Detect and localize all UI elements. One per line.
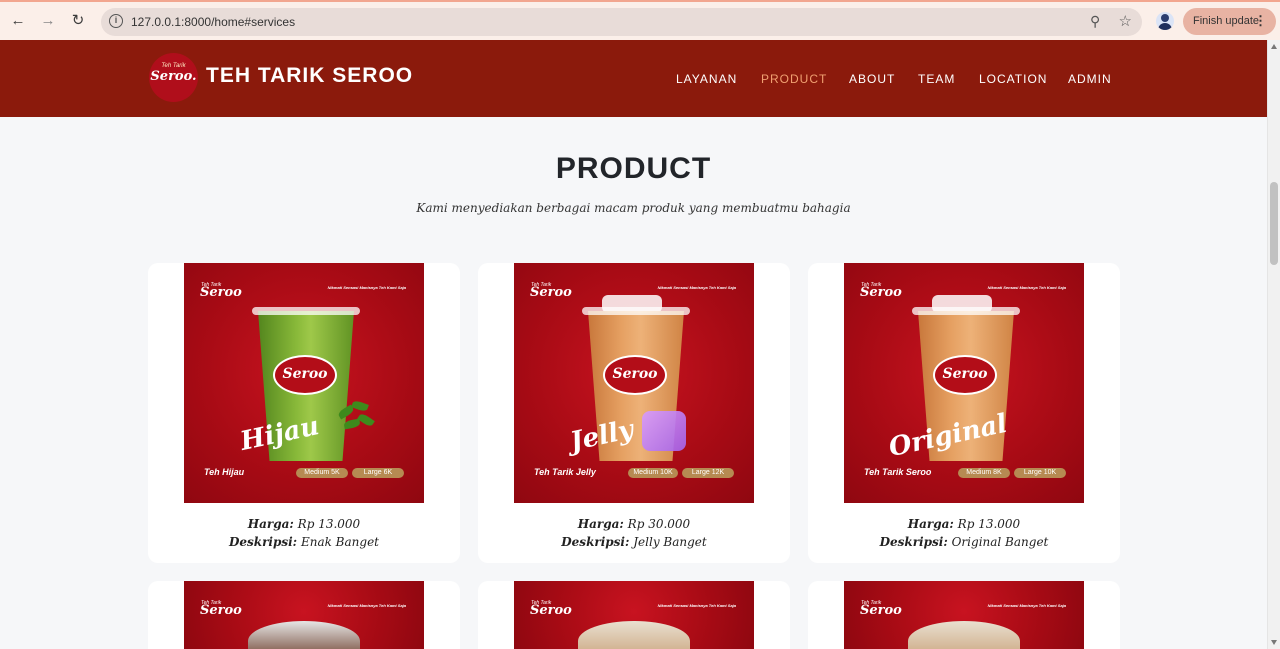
price-label: Harga: xyxy=(247,517,294,531)
nav-team[interactable]: TEAM xyxy=(918,72,955,86)
product-image[interactable]: Teh Tarik Seroo Nikmati Sensasi Manisnya… xyxy=(514,581,754,649)
medium-price-pill: Medium 8K xyxy=(958,468,1010,478)
description-line: Deskripsi: Jelly Banget xyxy=(478,535,790,549)
profile-avatar[interactable] xyxy=(1156,12,1174,30)
brand-name[interactable]: TEH TARIK SEROO xyxy=(206,64,413,88)
image-product-name: Teh Tarik Jelly xyxy=(534,467,596,477)
nav-about[interactable]: ABOUT xyxy=(849,72,895,86)
bookmark-star-icon[interactable]: ☆ xyxy=(1119,12,1132,30)
image-tagline: Nikmati Sensasi Manisnya Teh Kami Saja xyxy=(987,285,1066,290)
drink-cup xyxy=(578,621,690,649)
site-info-icon[interactable]: i xyxy=(109,14,123,28)
image-brand: Seroo xyxy=(200,603,242,618)
nav-layanan[interactable]: LAYANAN xyxy=(676,72,737,86)
image-brand: Seroo xyxy=(860,603,902,618)
price-label: Harga: xyxy=(907,517,954,531)
description-label: Deskripsi: xyxy=(879,535,948,549)
back-arrow-icon[interactable]: ← xyxy=(7,10,29,32)
cup-label: Seroo xyxy=(603,355,667,395)
cup-lid xyxy=(252,307,360,315)
scroll-thumb[interactable] xyxy=(1270,182,1278,265)
image-tagline: Nikmati Sensasi Manisnya Teh Kami Saja xyxy=(657,285,736,290)
price-value: Rp 30.000 xyxy=(627,517,691,531)
section-title: PRODUCT xyxy=(555,152,712,185)
page-scrollbar[interactable] xyxy=(1267,40,1280,649)
large-price-pill: Large 10K xyxy=(1014,468,1066,478)
cup-lid xyxy=(582,307,690,315)
product-image[interactable]: Teh Tarik Seroo Nikmati Sensasi Manisnya… xyxy=(184,581,424,649)
price-label: Harga: xyxy=(577,517,624,531)
description-label: Deskripsi: xyxy=(228,535,298,549)
nav-admin[interactable]: ADMIN xyxy=(1068,72,1112,86)
url-text[interactable]: 127.0.0.1:8000/home#services xyxy=(131,15,295,29)
cup-label: Seroo xyxy=(933,355,997,395)
large-price-pill: Large 12K xyxy=(682,468,734,478)
product-card[interactable]: Teh Tarik Seroo Nikmati Sensasi Manisnya… xyxy=(808,263,1120,563)
description-line: Deskripsi: Enak Banget xyxy=(148,535,460,549)
drink-cup xyxy=(908,621,1020,649)
image-tagline: Nikmati Sensasi Manisnya Teh Kami Saja xyxy=(327,603,406,608)
scroll-up-icon[interactable] xyxy=(1271,44,1277,49)
price-value: Rp 13.000 xyxy=(957,517,1021,531)
image-tagline: Nikmati Sensasi Manisnya Teh Kami Saja xyxy=(987,603,1066,608)
tea-leaves xyxy=(334,398,376,448)
nav-location[interactable]: LOCATION xyxy=(979,72,1047,86)
image-brand: Seroo xyxy=(200,285,242,300)
product-card[interactable]: Teh Tarik Seroo Nikmati Sensasi Manisnya… xyxy=(478,263,790,563)
logo-main-text: Seroo. xyxy=(150,69,197,84)
medium-price-pill: Medium 10K xyxy=(628,468,678,478)
description-line: Deskripsi: Original Banget xyxy=(808,535,1120,549)
finish-update-button[interactable]: Finish update ⋮ xyxy=(1183,8,1276,35)
image-brand: Seroo xyxy=(860,285,902,300)
drink-cup xyxy=(248,621,360,649)
product-card[interactable]: Teh Tarik Seroo Nikmati Sensasi Manisnya… xyxy=(148,581,460,649)
product-image[interactable]: Teh Tarik Seroo Nikmati Sensasi Manisnya… xyxy=(844,581,1084,649)
scroll-down-icon[interactable] xyxy=(1271,640,1277,645)
cup-label: Seroo xyxy=(273,355,337,395)
nav-product[interactable]: PRODUCT xyxy=(761,72,827,86)
price-line: Harga: Rp 30.000 xyxy=(478,517,790,531)
browser-toolbar: ← → ↻ i 127.0.0.1:8000/home#services ⚲ ☆… xyxy=(0,0,1280,40)
product-card[interactable]: Teh Tarik Seroo Nikmati Sensasi Manisnya… xyxy=(808,581,1120,649)
image-product-name: Teh Hijau xyxy=(204,467,245,477)
product-image[interactable]: Teh Tarik Seroo Nikmati Sensasi Manisnya… xyxy=(844,263,1084,503)
section-subtitle: Kami menyediakan berbagai macam produk y… xyxy=(416,201,851,215)
large-price-pill: Large 6K xyxy=(352,468,404,478)
description-label: Deskripsi: xyxy=(561,535,630,549)
site-header: Teh Tarik Seroo. TEH TARIK SEROO LAYANAN… xyxy=(0,40,1267,117)
jelly-cubes xyxy=(642,411,686,451)
description-value: Original Banget xyxy=(951,535,1049,549)
product-card[interactable]: Teh Tarik Seroo Nikmati Sensasi Manisnya… xyxy=(478,581,790,649)
address-bar[interactable]: i 127.0.0.1:8000/home#services ⚲ ☆ xyxy=(101,8,1142,36)
image-product-name: Teh Tarik Seroo xyxy=(864,467,932,477)
finish-update-label: Finish update xyxy=(1193,15,1260,27)
forward-arrow-icon[interactable]: → xyxy=(37,10,59,32)
image-tagline: Nikmati Sensasi Manisnya Teh Kami Saja xyxy=(657,603,736,608)
product-image[interactable]: Teh Tarik Seroo Nikmati Sensasi Manisnya… xyxy=(514,263,754,503)
brand-logo[interactable]: Teh Tarik Seroo. xyxy=(149,53,198,102)
reload-icon[interactable]: ↻ xyxy=(67,10,89,32)
medium-price-pill: Medium 5K xyxy=(296,468,348,478)
cup-lid xyxy=(912,307,1020,315)
product-image[interactable]: Teh Tarik Seroo Nikmati Sensasi Manisnya… xyxy=(184,263,424,503)
product-card[interactable]: Teh Tarik Seroo Nikmati Sensasi Manisnya… xyxy=(148,263,460,563)
image-brand: Seroo xyxy=(530,603,572,618)
price-value: Rp 13.000 xyxy=(297,517,361,531)
price-line: Harga: Rp 13.000 xyxy=(808,517,1120,531)
image-brand: Seroo xyxy=(530,285,572,300)
description-value: Jelly Banget xyxy=(633,535,707,549)
more-menu-icon[interactable]: ⋮ xyxy=(1254,13,1267,29)
description-value: Enak Banget xyxy=(300,535,379,549)
price-line: Harga: Rp 13.000 xyxy=(148,517,460,531)
image-tagline: Nikmati Sensasi Manisnya Teh Kami Saja xyxy=(327,285,406,290)
zoom-icon[interactable]: ⚲ xyxy=(1090,13,1106,29)
